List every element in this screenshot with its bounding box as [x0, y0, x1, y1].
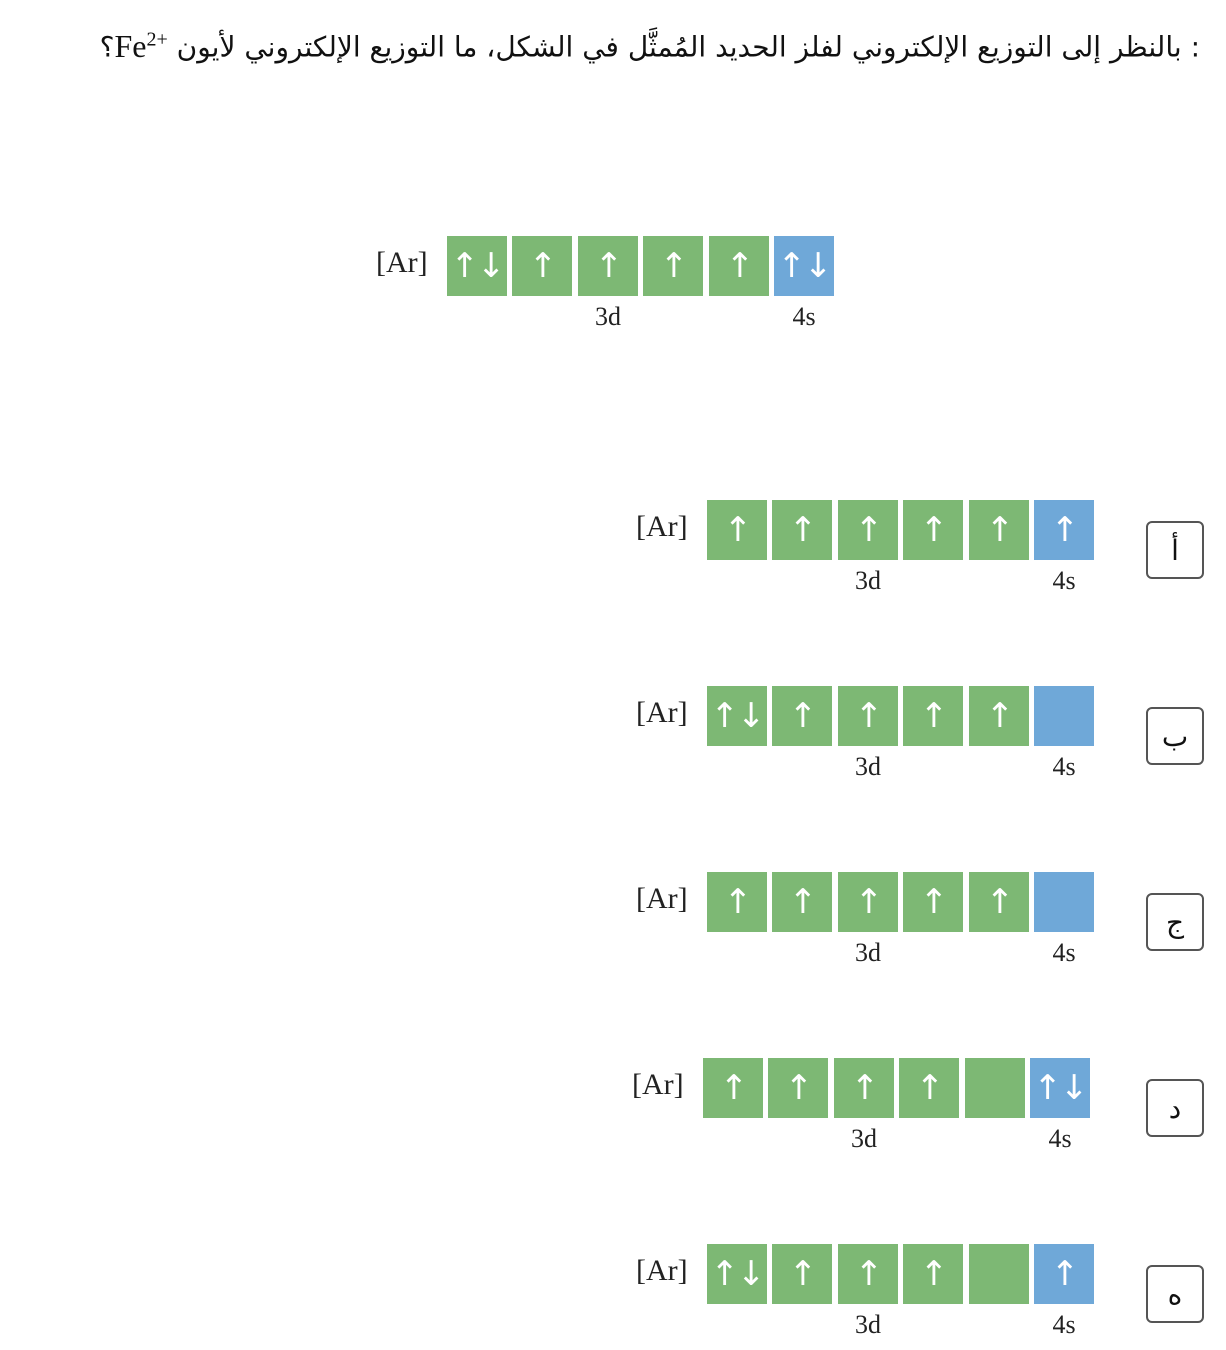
orbital-3d-2: ↑ [512, 236, 572, 296]
orbital-3d-5: ↑ [969, 500, 1029, 560]
orbital-3d-2: ↑ [768, 1058, 828, 1118]
orbital-4s: ↑ [1034, 500, 1094, 560]
option-e-button[interactable]: ه [1146, 1265, 1204, 1323]
question-body: : بالنظر إلى التوزيع الإلكتروني لفلز الح… [176, 30, 1200, 64]
orbital-3d-2: ↑ [772, 500, 832, 560]
orbital-4s [1034, 872, 1094, 932]
reference-configuration: [Ar] ↑↓ ↑ ↑ ↑ ↑ ↑↓ 3d 4s [376, 236, 836, 336]
orbital-3d-2: ↑ [772, 872, 832, 932]
orbital-3d-3: ↑ [834, 1058, 894, 1118]
orbital-3d-1: ↑ [703, 1058, 763, 1118]
orbital-3d-4: ↑ [903, 872, 963, 932]
orbital-4s: ↑↓ [774, 236, 834, 296]
option-b-button[interactable]: ب [1146, 707, 1204, 765]
core-label: [Ar] [636, 882, 688, 915]
orbital-3d-5: ↑ [709, 236, 769, 296]
option-b-configuration: [Ar] ↑↓ ↑ ↑ ↑ ↑ 3d 4s [636, 686, 1096, 786]
orbital-3d-1: ↑↓ [707, 686, 767, 746]
label-3d: 3d [851, 1124, 877, 1153]
label-3d: 3d [855, 1310, 881, 1339]
ion-formula: Fe2+ [114, 28, 167, 64]
option-c-button[interactable]: ج [1146, 893, 1204, 951]
orbital-3d-1: ↑ [707, 500, 767, 560]
orbital-3d-4: ↑ [643, 236, 703, 296]
orbital-3d-1: ↑↓ [707, 1244, 767, 1304]
orbital-3d-5 [969, 1244, 1029, 1304]
label-4s: 4s [1052, 566, 1076, 595]
label-4s: 4s [1048, 1124, 1072, 1153]
question-text: : بالنظر إلى التوزيع الإلكتروني لفلز الح… [20, 14, 1200, 73]
orbital-4s: ↑ [1034, 1244, 1094, 1304]
orbital-3d-4: ↑ [903, 1244, 963, 1304]
option-d-configuration: [Ar] ↑ ↑ ↑ ↑ ↑↓ 3d 4s [632, 1058, 1092, 1158]
label-3d: 3d [855, 566, 881, 595]
orbital-3d-4: ↑ [899, 1058, 959, 1118]
orbital-3d-3: ↑ [838, 686, 898, 746]
orbital-3d-1: ↑ [707, 872, 767, 932]
ion-symbol: Fe [114, 27, 147, 64]
orbital-3d-3: ↑ [838, 500, 898, 560]
core-label: [Ar] [636, 510, 688, 543]
orbital-3d-5: ↑ [969, 872, 1029, 932]
orbital-4s: ↑↓ [1030, 1058, 1090, 1118]
label-3d: 3d [595, 302, 621, 331]
orbital-3d-2: ↑ [772, 1244, 832, 1304]
orbital-3d-4: ↑ [903, 686, 963, 746]
orbital-3d-2: ↑ [772, 686, 832, 746]
option-a-button[interactable]: أ [1146, 521, 1204, 579]
core-label: [Ar] [376, 246, 428, 279]
label-3d: 3d [855, 938, 881, 967]
label-3d: 3d [855, 752, 881, 781]
orbital-4s [1034, 686, 1094, 746]
option-d-button[interactable]: د [1146, 1079, 1204, 1137]
option-e-configuration: [Ar] ↑↓ ↑ ↑ ↑ ↑ 3d 4s [636, 1244, 1096, 1344]
option-a-configuration: [Ar] ↑ ↑ ↑ ↑ ↑ ↑ 3d 4s [636, 500, 1096, 600]
core-label: [Ar] [636, 1254, 688, 1287]
label-4s: 4s [1052, 938, 1076, 967]
ion-charge: 2+ [146, 28, 168, 50]
core-label: [Ar] [632, 1068, 684, 1101]
label-4s: 4s [1052, 752, 1076, 781]
core-label: [Ar] [636, 696, 688, 729]
question-mark: ؟ [99, 30, 115, 64]
orbital-3d-3: ↑ [838, 872, 898, 932]
orbital-3d-4: ↑ [903, 500, 963, 560]
orbital-3d-5: ↑ [969, 686, 1029, 746]
orbital-3d-1: ↑↓ [447, 236, 507, 296]
option-c-configuration: [Ar] ↑ ↑ ↑ ↑ ↑ 3d 4s [636, 872, 1096, 972]
orbital-3d-5 [965, 1058, 1025, 1118]
orbital-3d-3: ↑ [578, 236, 638, 296]
orbital-3d-3: ↑ [838, 1244, 898, 1304]
label-4s: 4s [1052, 1310, 1076, 1339]
label-4s: 4s [792, 302, 816, 331]
